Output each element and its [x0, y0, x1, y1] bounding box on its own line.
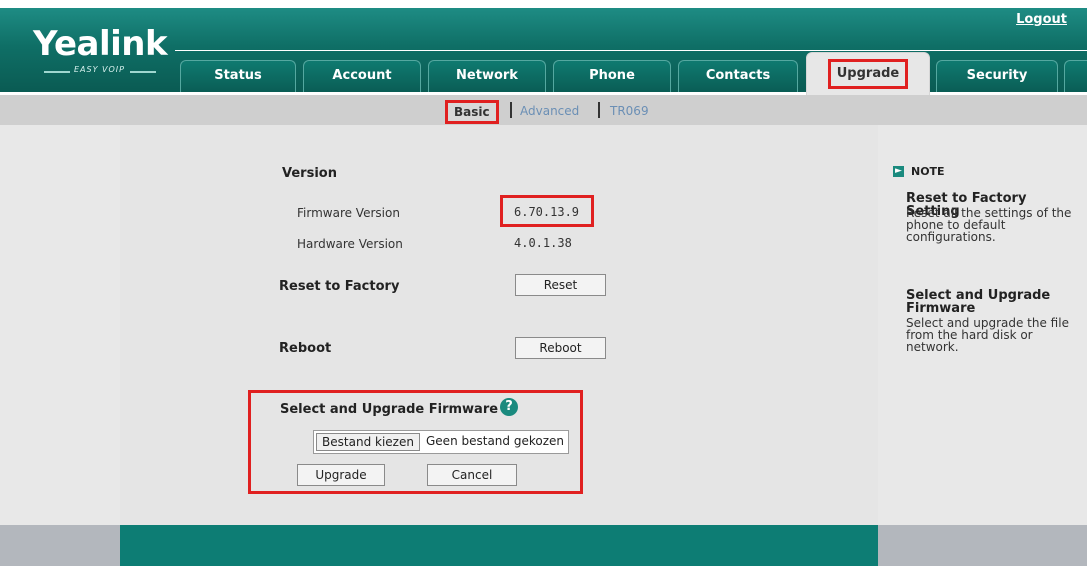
- footer-bar: [120, 525, 878, 566]
- firmware-file-input[interactable]: Bestand kiezen Geen bestand gekozen: [313, 430, 569, 454]
- logo-tagline: EASY VOIP: [44, 65, 156, 76]
- logo: Yealink: [33, 24, 168, 64]
- upgrade-button[interactable]: Upgrade: [297, 464, 385, 486]
- note-item-text: Reset all the settings of the phone to d…: [906, 206, 1072, 244]
- reset-to-factory-label: Reset to Factory: [279, 279, 400, 294]
- tab-status[interactable]: Status: [180, 60, 296, 92]
- subnav-tr069[interactable]: TR069: [610, 104, 649, 118]
- header-divider: [175, 50, 1087, 51]
- tab-network[interactable]: Network: [428, 60, 546, 92]
- logout-link[interactable]: Logout: [1016, 12, 1067, 27]
- reboot-label: Reboot: [279, 341, 332, 356]
- firmware-upgrade-heading: Select and Upgrade Firmware: [280, 402, 499, 417]
- note-item-title: Select and Upgrade Firmware: [906, 288, 1051, 316]
- left-column: [0, 125, 120, 525]
- hardware-version-value: 4.0.1.38: [514, 236, 572, 250]
- subnav-separator: [510, 102, 512, 118]
- selected-file-name: Geen bestand gekozen: [426, 434, 564, 448]
- hardware-version-label: Hardware Version: [297, 237, 403, 251]
- version-heading: Version: [282, 166, 337, 181]
- firmware-version-label: Firmware Version: [297, 206, 400, 220]
- reboot-button[interactable]: Reboot: [515, 337, 606, 359]
- footer-left: [0, 525, 120, 566]
- tab-upgrade-label: Upgrade: [827, 59, 909, 89]
- tab-phone[interactable]: Phone: [553, 60, 671, 92]
- help-icon[interactable]: ?: [500, 398, 518, 416]
- cancel-button[interactable]: Cancel: [427, 464, 517, 486]
- choose-file-button[interactable]: Bestand kiezen: [316, 433, 420, 451]
- tab-security[interactable]: Security: [936, 60, 1058, 92]
- tab-upgrade[interactable]: Upgrade: [806, 52, 930, 96]
- firmware-version-highlight: [500, 195, 594, 227]
- subnav-separator: [598, 102, 600, 118]
- tab-contacts[interactable]: Contacts: [678, 60, 798, 92]
- reset-button[interactable]: Reset: [515, 274, 606, 296]
- note-arrow-icon: ►: [893, 166, 904, 177]
- logo-tagline-text: EASY VOIP: [74, 65, 125, 74]
- subnav-advanced[interactable]: Advanced: [520, 104, 579, 118]
- tab-overflow[interactable]: [1064, 60, 1087, 92]
- note-item-text: Select and upgrade the file from the har…: [906, 316, 1069, 354]
- tab-account[interactable]: Account: [303, 60, 421, 92]
- note-heading: NOTE: [911, 165, 945, 178]
- footer-right: [878, 525, 1087, 566]
- subnav-basic[interactable]: Basic: [445, 100, 499, 124]
